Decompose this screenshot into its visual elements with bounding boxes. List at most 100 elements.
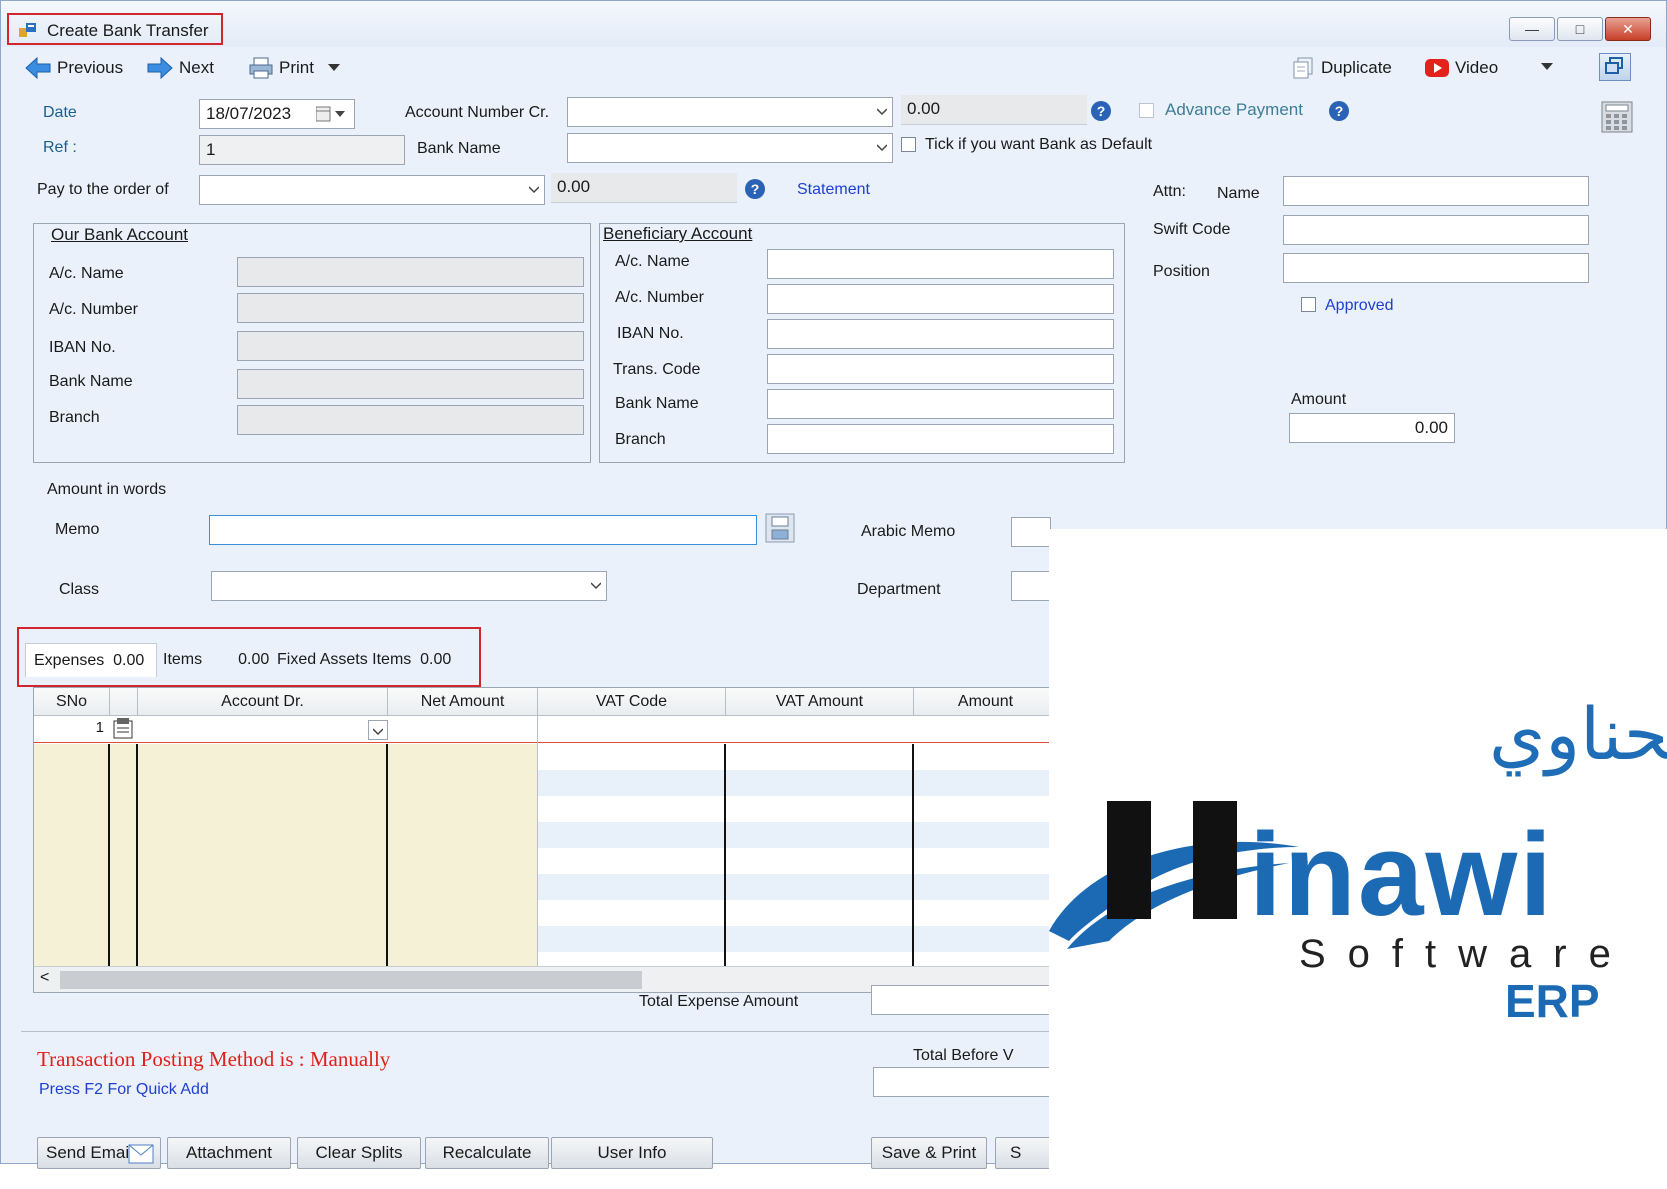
scroll-thumb[interactable] [60,971,642,989]
ben-trans-code-input[interactable] [767,354,1114,384]
total-before-vat-label: Total Before V [913,1047,1014,1064]
position-input[interactable] [1283,253,1589,283]
tab-expenses-value: 0.00 [113,652,145,669]
ben-bank-name-label: Bank Name [615,395,699,412]
ben-branch-input[interactable] [767,424,1114,454]
tab-fixed-assets[interactable]: Fixed Assets Items 0.00 [277,643,451,677]
ben-bank-name-input[interactable] [767,389,1114,419]
total-before-vat-field [873,1067,1053,1097]
pay-to-balance: 0.00 [551,173,737,203]
ben-iban-input[interactable] [767,319,1114,349]
minimize-button[interactable]: — [1509,17,1555,41]
default-bank-checkbox[interactable] [901,137,916,152]
pay-to-select[interactable] [199,175,545,205]
print-button[interactable]: Print [249,53,346,83]
quick-add-hint: Press F2 For Quick Add [39,1081,209,1098]
statement-link[interactable]: Statement [797,181,870,199]
save-memo-icon[interactable] [765,513,795,543]
previous-label: Previous [57,58,124,77]
save-button[interactable]: S [995,1137,1051,1169]
arrow-right-icon [147,57,173,79]
row-sno: 1 [95,719,104,736]
advance-payment-checkbox[interactable] [1139,103,1154,118]
approved-label[interactable]: Approved [1325,297,1394,315]
row-detail-icon[interactable] [112,718,136,740]
account-dr-dropdown[interactable] [368,720,388,740]
recalculate-button[interactable]: Recalculate [425,1137,549,1169]
printer-icon [249,57,273,79]
attn-name-input[interactable] [1283,176,1589,206]
arabic-memo-label: Arabic Memo [861,523,956,540]
account-cr-balance-value: 0.00 [907,99,941,118]
bank-name-select[interactable] [567,133,893,163]
tab-items-value: 0.00 [238,651,270,668]
account-number-cr-select[interactable] [567,97,893,127]
swift-code-input[interactable] [1283,215,1589,245]
arrow-left-icon [25,57,51,79]
ben-ac-name-input[interactable] [767,249,1114,279]
save-print-button[interactable]: Save & Print [871,1137,987,1169]
next-label: Next [179,58,214,77]
scroll-left-icon[interactable]: < [40,969,49,987]
col-amount[interactable]: Amount [914,688,1056,716]
video-button[interactable]: Video [1425,53,1498,83]
clear-splits-button[interactable]: Clear Splits [297,1137,421,1169]
ben-trans-code-label: Trans. Code [613,361,701,378]
dropdown-arrow-icon[interactable] [327,64,340,72]
next-button[interactable]: Next [147,53,214,83]
split-tabs-highlight: Expenses 0.00 Items 0.00 Fixed Assets Ite… [17,627,481,687]
tab-items[interactable]: Items 0.00 [163,643,269,677]
logo-software-text: Software [1299,932,1633,976]
calendar-dropdown-icon[interactable] [316,106,346,122]
our-bank-name-field [237,369,584,399]
col-vat-code[interactable]: VAT Code [538,688,726,716]
amount-input[interactable]: 0.00 [1289,413,1455,443]
logo-h-right-bar [1193,801,1237,919]
calculator-icon[interactable] [1601,101,1633,133]
restore-layout-button[interactable] [1599,53,1631,81]
col-vat-amount[interactable]: VAT Amount [726,688,914,716]
our-ac-number-field [237,293,584,323]
toolbar-more-arrow-icon[interactable] [1541,63,1553,71]
posting-method-text: Transaction Posting Method is : Manually [37,1047,391,1071]
user-info-button[interactable]: User Info [551,1137,713,1169]
ref-value: 1 [206,140,216,159]
col-sno[interactable]: SNo [34,688,110,716]
arabic-memo-input[interactable] [1011,517,1051,547]
memo-input[interactable] [209,515,757,545]
duplicate-button[interactable]: Duplicate [1293,53,1392,83]
class-label: Class [59,581,100,598]
expenses-grid: SNo Account Dr. Net Amount VAT Code VAT … [33,687,1057,993]
col-net-amount[interactable]: Net Amount [388,688,538,716]
pay-to-help-icon[interactable]: ? [745,179,765,199]
department-label: Department [857,581,941,598]
envelope-icon [128,1144,154,1164]
previous-button[interactable]: Previous [25,53,123,83]
ref-field[interactable]: 1 [199,135,405,165]
col-account-dr[interactable]: Account Dr. [138,688,388,716]
table-row[interactable]: 1 [34,716,1056,743]
close-button[interactable]: ✕ [1605,17,1651,41]
ben-ac-number-label: A/c. Number [615,289,704,306]
video-label: Video [1455,58,1499,77]
tab-items-label: Items [163,651,203,668]
maximize-button[interactable]: □ [1557,17,1603,41]
attachment-button[interactable]: Attachment [167,1137,291,1169]
advance-payment-label: Advance Payment [1165,100,1303,119]
tab-expenses[interactable]: Expenses 0.00 [25,643,157,677]
ben-ac-number-input[interactable] [767,284,1114,314]
advance-payment-help-icon[interactable]: ? [1329,101,1349,121]
grid-divider [108,744,110,966]
department-select[interactable] [1011,571,1051,601]
duplicate-label: Duplicate [1321,58,1392,77]
approved-checkbox[interactable] [1301,297,1316,312]
class-select[interactable] [211,571,607,601]
attn-label: Attn: [1153,183,1186,200]
pay-to-label: Pay to the order of [37,181,169,198]
chevron-down-icon [877,108,887,116]
send-email-button[interactable]: Send Email [37,1137,161,1169]
logo-erp-text: ERP [1505,975,1600,1027]
date-field[interactable]: 18/07/2023 [199,99,355,129]
print-label: Print [279,58,314,77]
account-help-icon[interactable]: ? [1091,101,1111,121]
